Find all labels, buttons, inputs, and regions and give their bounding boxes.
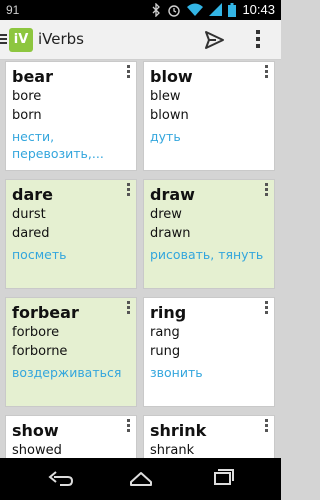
verb-base-form: dare bbox=[12, 185, 53, 204]
verb-translation: дуть bbox=[150, 129, 181, 144]
bluetooth-icon bbox=[152, 2, 161, 17]
verb-card-dare[interactable]: dare durst dared посметь bbox=[5, 179, 137, 289]
verb-card-shrink[interactable]: shrink shrank bbox=[143, 415, 275, 458]
verb-grid: bear bore born нести, перевозить,... blow ble… bbox=[0, 61, 281, 458]
back-icon[interactable] bbox=[48, 469, 74, 489]
verb-past-simple: shrank bbox=[150, 443, 195, 458]
card-menu-icon[interactable] bbox=[265, 419, 269, 434]
verb-base-form: draw bbox=[150, 185, 195, 204]
verb-past-participle: drawn bbox=[150, 226, 191, 241]
verb-card-blow[interactable]: blow blew blown дуть bbox=[143, 61, 275, 171]
action-bar: iV iVerbs bbox=[0, 20, 281, 60]
verb-base-form: shrink bbox=[150, 421, 207, 440]
verb-translation: рисовать, тянуть bbox=[150, 247, 264, 262]
verb-past-participle: forborne bbox=[12, 344, 68, 359]
verb-card-bear[interactable]: bear bore born нести, перевозить,... bbox=[5, 61, 137, 171]
drawer-icon[interactable] bbox=[0, 32, 8, 48]
verb-past-simple: durst bbox=[12, 207, 46, 222]
verb-past-participle: rung bbox=[150, 344, 181, 359]
verb-base-form: show bbox=[12, 421, 59, 440]
verb-base-form: bear bbox=[12, 67, 53, 86]
verb-base-form: blow bbox=[150, 67, 193, 86]
verb-base-form: ring bbox=[150, 303, 187, 322]
verb-translation: воздерживаться bbox=[12, 365, 122, 380]
card-menu-icon[interactable] bbox=[265, 65, 269, 80]
verb-past-participle: blown bbox=[150, 108, 189, 123]
verb-base-form: forbear bbox=[12, 303, 79, 322]
card-menu-icon[interactable] bbox=[127, 301, 131, 316]
verb-translation: звонить bbox=[150, 365, 203, 380]
battery-icon bbox=[228, 2, 237, 17]
card-menu-icon[interactable] bbox=[127, 419, 131, 434]
verb-past-simple: blew bbox=[150, 89, 181, 104]
app-title: iVerbs bbox=[38, 30, 84, 48]
status-bar: 91 10:43 bbox=[0, 0, 281, 20]
card-menu-icon[interactable] bbox=[265, 183, 269, 198]
verb-past-simple: drew bbox=[150, 207, 182, 222]
verb-past-simple: rang bbox=[150, 325, 180, 340]
overflow-menu-icon[interactable] bbox=[254, 30, 262, 50]
verb-translation: нести, перевозить,... bbox=[12, 129, 104, 161]
recent-apps-icon[interactable] bbox=[210, 469, 236, 489]
verb-translation: посметь bbox=[12, 247, 67, 262]
signal-icon bbox=[209, 3, 223, 16]
app-logo[interactable]: iV bbox=[9, 28, 33, 52]
verb-past-simple: forbore bbox=[12, 325, 60, 340]
notification-count: 91 bbox=[6, 3, 20, 17]
verb-card-show[interactable]: show showed bbox=[5, 415, 137, 458]
home-icon[interactable] bbox=[128, 469, 154, 489]
card-menu-icon[interactable] bbox=[127, 65, 131, 80]
verb-card-ring[interactable]: ring rang rung звонить bbox=[143, 297, 275, 407]
verb-past-participle: born bbox=[12, 108, 42, 123]
verb-card-draw[interactable]: draw drew drawn рисовать, тянуть bbox=[143, 179, 275, 289]
card-menu-icon[interactable] bbox=[127, 183, 131, 198]
alarm-icon bbox=[168, 4, 181, 17]
card-menu-icon[interactable] bbox=[265, 301, 269, 316]
navigation-bar bbox=[0, 458, 281, 500]
verb-past-participle: dared bbox=[12, 226, 50, 241]
clock: 10:43 bbox=[242, 2, 275, 17]
wifi-icon bbox=[187, 3, 204, 16]
verb-past-simple: showed bbox=[12, 443, 62, 458]
verb-past-simple: bore bbox=[12, 89, 42, 104]
send-icon[interactable] bbox=[203, 29, 225, 51]
verb-card-forbear[interactable]: forbear forbore forborne воздерживаться bbox=[5, 297, 137, 407]
